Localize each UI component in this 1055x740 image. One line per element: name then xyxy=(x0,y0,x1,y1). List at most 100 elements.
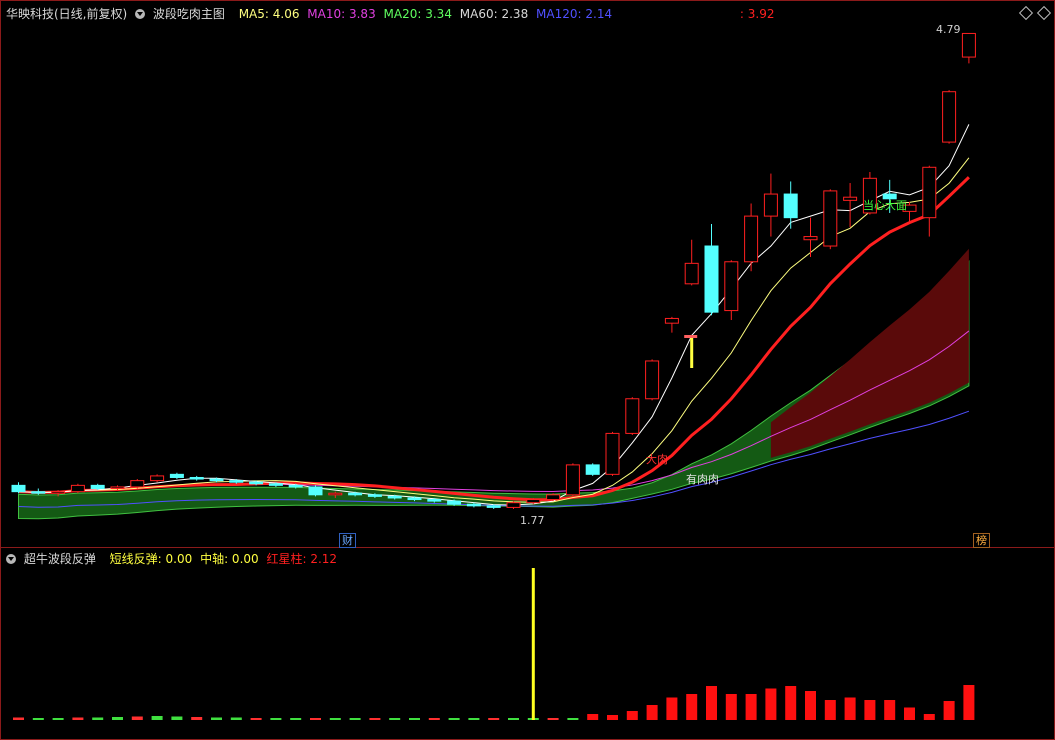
candle-body xyxy=(348,492,363,496)
mid-axis-value: 中轴: 0.00 xyxy=(200,552,259,566)
sub-bar xyxy=(824,700,836,720)
candle-body xyxy=(585,464,600,475)
price-chart[interactable] xyxy=(0,0,1055,740)
candle-body xyxy=(387,495,402,499)
candle-body xyxy=(70,484,85,493)
sub-bar xyxy=(32,718,44,720)
sub-bar xyxy=(904,707,915,720)
has-meat-label: 有肉肉 xyxy=(686,473,719,486)
stock-title[interactable]: 华映科技(日线,前复权) xyxy=(6,7,127,21)
sub-bar xyxy=(765,688,777,720)
candle-body xyxy=(625,398,640,434)
candle-body xyxy=(783,193,798,219)
sub-bar xyxy=(151,716,163,720)
candle-body xyxy=(249,481,264,485)
main-indicator-name[interactable]: 波段吃肉主图 xyxy=(153,7,225,21)
low-price-label: 1.77 xyxy=(520,514,545,527)
sub-bar xyxy=(508,718,519,720)
candle-body xyxy=(427,499,442,502)
sub-bar xyxy=(290,718,302,720)
candle-body xyxy=(684,262,699,285)
sub-bar xyxy=(844,697,856,720)
sub-bar xyxy=(646,705,658,720)
sub-bar xyxy=(131,716,143,720)
sub-bar xyxy=(547,718,559,720)
sub-indicator-name[interactable]: 超牛波段反弹 xyxy=(24,552,96,566)
candle-body xyxy=(169,473,184,478)
high-price-label: 4.79 xyxy=(936,23,961,36)
sub-bar xyxy=(230,717,242,720)
candle-body xyxy=(209,478,224,482)
spike-bar xyxy=(690,338,694,368)
short-rebound-value: 短线反弹: 0.00 xyxy=(109,552,193,566)
red-star-value: 红星柱: 2.12 xyxy=(266,552,338,566)
sub-bar xyxy=(567,718,579,720)
sub-bar xyxy=(488,718,500,720)
sub-bar xyxy=(191,717,203,720)
dropdown-icon[interactable] xyxy=(135,9,146,19)
candle-body xyxy=(645,360,660,400)
sub-bar xyxy=(666,697,678,720)
sub-bar xyxy=(864,700,876,720)
candle-body xyxy=(328,492,343,496)
candle-body xyxy=(51,491,66,494)
ma5-line xyxy=(18,124,970,506)
sub-bar xyxy=(468,718,480,720)
sub-bar xyxy=(389,718,401,720)
candle-body xyxy=(823,190,838,247)
ma120-value: MA120: 2.14 xyxy=(536,7,613,21)
candle-body xyxy=(942,91,957,143)
candle-body xyxy=(704,245,719,313)
candle-body xyxy=(150,475,165,482)
candle-body xyxy=(486,505,501,508)
spike-cap xyxy=(684,335,698,338)
sub-bar xyxy=(329,718,341,720)
candle-body xyxy=(565,464,580,496)
sub-bar xyxy=(92,717,104,720)
candle-body xyxy=(90,484,105,490)
sub-bar xyxy=(725,694,737,720)
candle-body xyxy=(308,486,323,496)
candle-body xyxy=(546,494,561,501)
ranking-tag[interactable]: 榜 xyxy=(973,533,990,548)
sub-bar xyxy=(211,717,222,720)
sub-bar xyxy=(785,686,797,720)
candle-body xyxy=(189,476,204,480)
candle-body xyxy=(229,480,244,483)
sub-bar xyxy=(923,714,935,720)
candle-body xyxy=(130,480,145,488)
candle-body xyxy=(922,166,937,219)
candle-body xyxy=(288,484,303,488)
ma5-value: MA5: 4.06 xyxy=(238,7,300,21)
dropdown-icon[interactable] xyxy=(6,554,16,564)
sub-bar xyxy=(428,718,440,720)
sub-bar xyxy=(963,685,975,720)
candle-body xyxy=(763,193,778,217)
extra-value: : 3.92 xyxy=(739,7,775,21)
ma60-line xyxy=(18,330,970,493)
sub-bar xyxy=(250,718,262,720)
candle-body xyxy=(466,503,481,507)
sub-bar xyxy=(448,718,460,720)
sub-bar xyxy=(943,701,955,720)
sub-bar xyxy=(310,718,321,720)
sub-bar xyxy=(349,718,361,720)
candle-body xyxy=(506,502,521,508)
candle-body xyxy=(11,484,26,493)
finance-tag[interactable]: 财 xyxy=(339,533,356,548)
sub-bar xyxy=(171,716,183,720)
candle-body xyxy=(407,497,422,501)
sub-bar xyxy=(607,715,618,720)
candle-body xyxy=(724,261,739,312)
candle-body xyxy=(843,196,858,201)
candle-body xyxy=(803,236,818,241)
sub-bar xyxy=(587,714,599,720)
sub-yellow-bar xyxy=(531,568,535,720)
ma10-value: MA10: 3.83 xyxy=(307,7,376,21)
sub-bar xyxy=(884,700,896,720)
candle-body xyxy=(664,317,679,324)
ma60-value: MA60: 2.38 xyxy=(459,7,529,21)
main-chart-header: 华映科技(日线,前复权) 波段吃肉主图 MA5: 4.06 MA10: 3.83… xyxy=(6,5,779,22)
candle-body xyxy=(447,500,462,505)
sub-bar xyxy=(626,711,638,720)
